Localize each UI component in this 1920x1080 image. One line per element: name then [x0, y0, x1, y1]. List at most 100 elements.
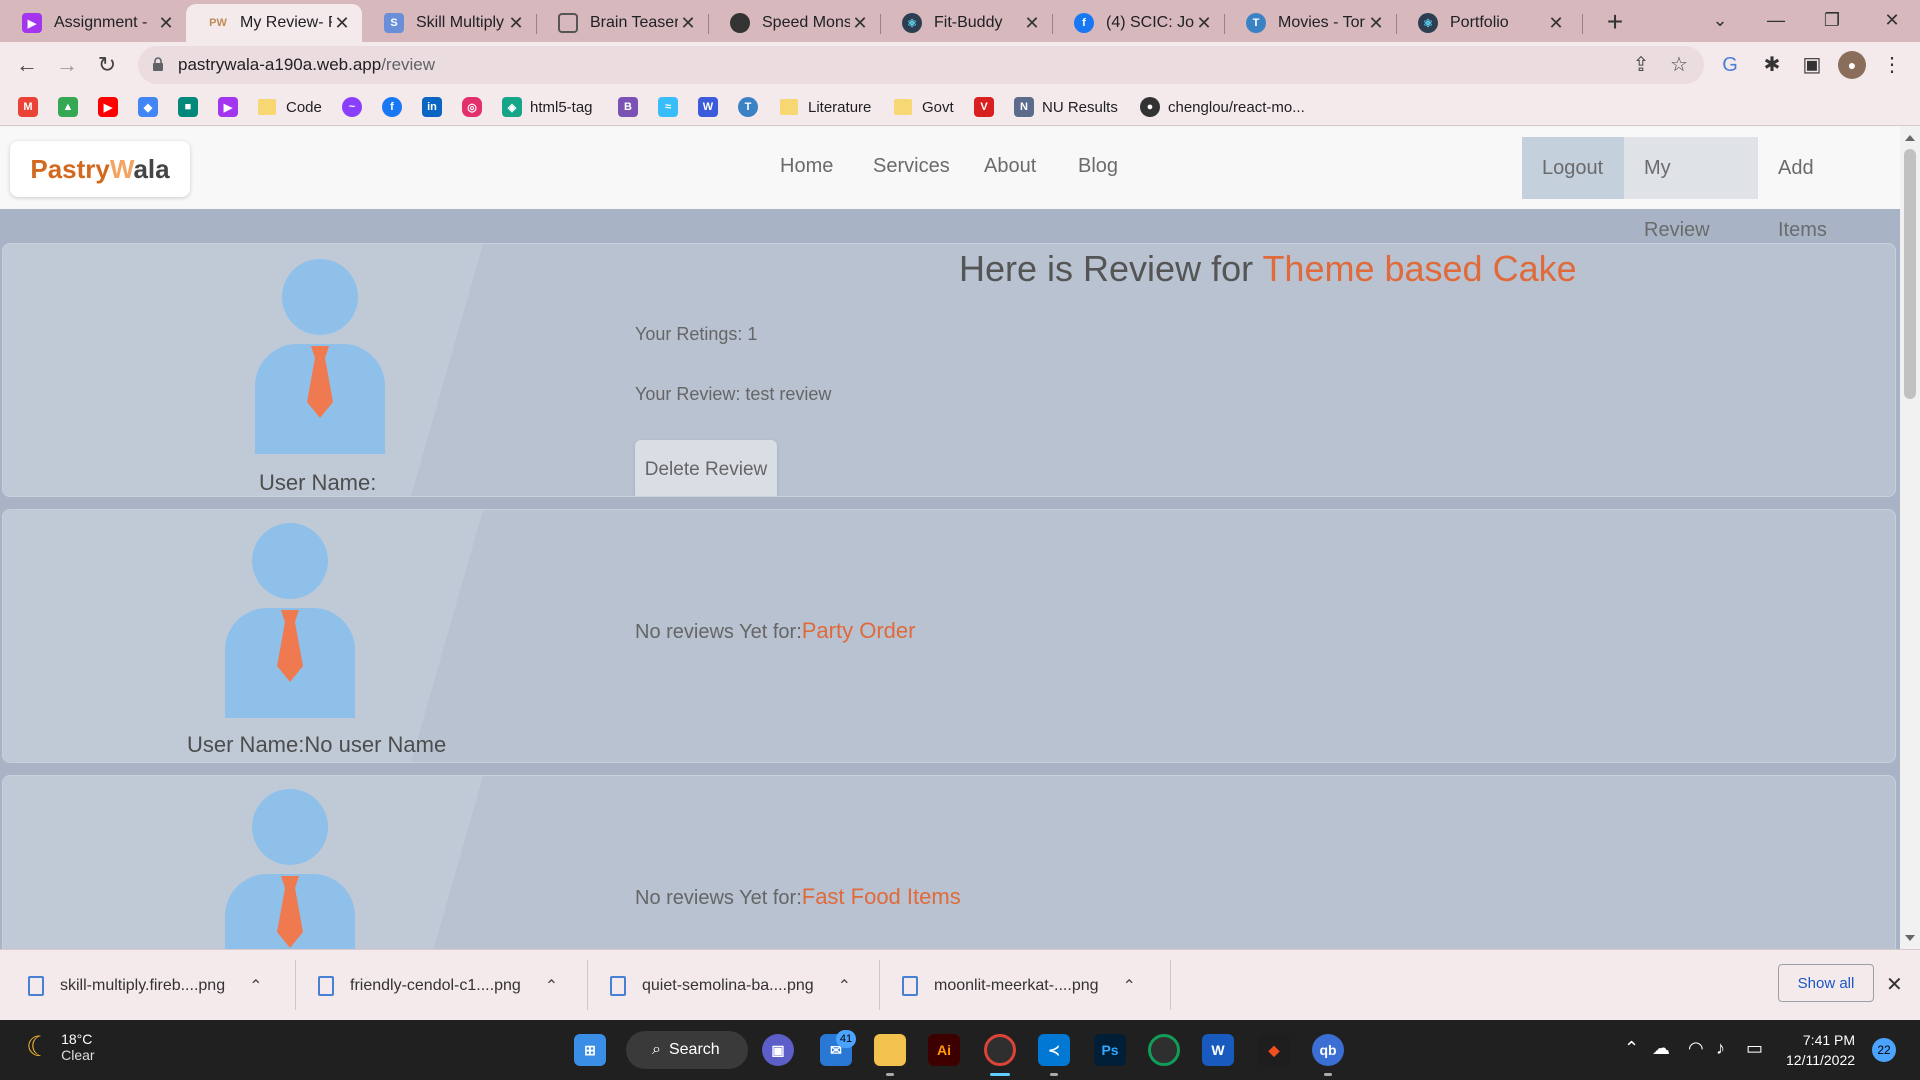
- close-window-button[interactable]: ✕: [1864, 0, 1920, 42]
- address-bar[interactable]: pastrywala-a190a.web.app/review ⇪ ☆: [138, 46, 1704, 84]
- show-all-downloads-button[interactable]: Show all: [1778, 964, 1874, 1002]
- tab-movies[interactable]: T Movies - Torre ✕: [1224, 4, 1396, 42]
- photoshop-icon[interactable]: Ps: [1094, 1034, 1126, 1066]
- tab-search-chevron-icon[interactable]: ⌄: [1692, 0, 1748, 42]
- reload-button[interactable]: ↻: [90, 48, 124, 82]
- volume-icon[interactable]: ♪: [1716, 1038, 1725, 1059]
- bookmark-maps[interactable]: ◆: [138, 96, 166, 118]
- nav-about-link[interactable]: About: [984, 155, 1036, 178]
- system-clock[interactable]: 7:41 PM 12/11/2022: [1786, 1030, 1855, 1070]
- minimize-button[interactable]: —: [1748, 0, 1804, 42]
- figma-icon[interactable]: ◆: [1258, 1034, 1290, 1066]
- scroll-up-arrow-icon[interactable]: [1905, 135, 1915, 141]
- chevron-up-icon[interactable]: ⌃: [545, 976, 558, 996]
- my-review-link[interactable]: My Review: [1624, 137, 1758, 241]
- chevron-up-icon[interactable]: ⌃: [249, 976, 262, 996]
- bookmark-bootstrap[interactable]: B: [618, 96, 646, 118]
- bookmark-purple-play[interactable]: ▶: [218, 96, 246, 118]
- bookmark-instagram[interactable]: ◎: [462, 96, 490, 118]
- close-tab-icon[interactable]: ✕: [1366, 13, 1386, 34]
- scrollbar-thumb[interactable]: [1904, 149, 1916, 399]
- tab-portfolio[interactable]: ⚛ Portfolio ✕: [1396, 4, 1576, 42]
- file-explorer-icon[interactable]: [874, 1034, 906, 1066]
- bookmark-t[interactable]: T: [738, 96, 766, 118]
- wifi-icon[interactable]: ◠: [1688, 1038, 1704, 1059]
- bookmark-drive[interactable]: ▲: [58, 96, 86, 118]
- extensions-puzzle-icon[interactable]: ✱: [1758, 51, 1786, 79]
- close-tab-icon[interactable]: ✕: [1546, 13, 1566, 34]
- tab-scic[interactable]: f (4) SCIC: Job H ✕: [1052, 4, 1224, 42]
- nav-services-link[interactable]: Services: [873, 155, 950, 178]
- page-scrollbar[interactable]: [1900, 127, 1920, 949]
- notification-badge[interactable]: 22: [1872, 1038, 1896, 1062]
- bookmark-chenglou[interactable]: ● chenglou/react-mo...: [1140, 96, 1305, 118]
- scroll-down-arrow-icon[interactable]: [1905, 935, 1915, 941]
- weather-widget[interactable]: ☾ 18°C Clear: [26, 1030, 95, 1063]
- download-item[interactable]: quiet-semolina-ba....png ⌃: [610, 950, 851, 1021]
- windows-start-icon[interactable]: ⊞: [574, 1034, 606, 1066]
- chrome-profile-icon[interactable]: [1148, 1034, 1180, 1066]
- bookmark-meet[interactable]: ■: [178, 96, 206, 118]
- close-tab-icon[interactable]: ✕: [678, 13, 698, 34]
- bookmark-youtube[interactable]: ▶: [98, 96, 126, 118]
- back-button[interactable]: ←: [10, 48, 44, 82]
- logout-button[interactable]: Logout: [1522, 137, 1624, 199]
- chevron-up-icon[interactable]: ⌃: [838, 976, 851, 996]
- vscode-icon[interactable]: ≺: [1038, 1034, 1070, 1066]
- chevron-up-icon[interactable]: ⌃: [1624, 1038, 1639, 1059]
- teams-chat-icon[interactable]: ▣: [762, 1034, 794, 1066]
- tab-fit-buddy[interactable]: ⚛ Fit-Buddy ✕: [880, 4, 1052, 42]
- new-tab-button[interactable]: +: [1598, 6, 1632, 40]
- chrome-icon[interactable]: [984, 1034, 1016, 1066]
- bookmark-nu-results[interactable]: N NU Results: [1014, 96, 1118, 118]
- bookmark-gmail[interactable]: M: [18, 96, 46, 118]
- close-tab-icon[interactable]: ✕: [506, 13, 526, 34]
- taskbar-search[interactable]: ⌕ Search: [626, 1031, 748, 1069]
- tab-skill-multiply[interactable]: S Skill Multiply ✕: [362, 4, 536, 42]
- nav-home-link[interactable]: Home: [780, 155, 833, 178]
- google-translate-icon[interactable]: G: [1716, 51, 1744, 79]
- bookmark-facebook[interactable]: f: [382, 96, 410, 118]
- illustrator-icon[interactable]: Ai: [928, 1034, 960, 1066]
- bookmark-w[interactable]: W: [698, 96, 726, 118]
- bookmark-html5-tag[interactable]: ◈ html5-tag: [502, 96, 593, 118]
- tab-brain-teaser[interactable]: Brain Teaser ✕: [536, 4, 708, 42]
- close-downloads-icon[interactable]: ✕: [1886, 972, 1903, 997]
- download-item[interactable]: friendly-cendol-c1....png ⌃: [318, 950, 558, 1021]
- bookmark-v[interactable]: V: [974, 96, 1002, 118]
- close-tab-icon[interactable]: ✕: [1194, 13, 1214, 34]
- download-item[interactable]: moonlit-meerkat-....png ⌃: [902, 950, 1136, 1021]
- chevron-up-icon[interactable]: ⌃: [1123, 976, 1136, 996]
- bookmark-messenger[interactable]: ~: [342, 96, 370, 118]
- close-tab-icon[interactable]: ✕: [332, 13, 352, 34]
- bookmark-code[interactable]: Code: [258, 96, 322, 118]
- close-tab-icon[interactable]: ✕: [156, 13, 176, 34]
- tab-speed-monster[interactable]: Speed Monste ✕: [708, 4, 880, 42]
- forward-button[interactable]: →: [50, 48, 84, 82]
- site-logo[interactable]: PastryWala: [10, 141, 190, 197]
- bookmark-star-icon[interactable]: ☆: [1668, 54, 1690, 76]
- word-icon[interactable]: W: [1202, 1034, 1234, 1066]
- bookmark-literature[interactable]: Literature: [780, 96, 871, 118]
- close-tab-icon[interactable]: ✕: [850, 13, 870, 34]
- tab-my-review[interactable]: PW My Review- Pa ✕: [186, 4, 362, 42]
- qbittorrent-icon[interactable]: qb: [1312, 1034, 1344, 1066]
- nav-blog-link[interactable]: Blog: [1078, 155, 1118, 178]
- share-icon[interactable]: ⇪: [1630, 54, 1652, 76]
- delete-review-button[interactable]: Delete Review: [635, 440, 777, 496]
- bookmark-linkedin[interactable]: in: [422, 96, 450, 118]
- bookmark-tailwind[interactable]: ≈: [658, 96, 686, 118]
- side-panel-icon[interactable]: ▣: [1798, 51, 1826, 79]
- close-tab-icon[interactable]: ✕: [1022, 13, 1042, 34]
- battery-icon[interactable]: ▭: [1746, 1038, 1763, 1059]
- add-items-link[interactable]: Add Items: [1758, 137, 1888, 241]
- restore-button[interactable]: ❐: [1804, 0, 1860, 42]
- tab-assignment[interactable]: ▶ Assignment - ✕: [0, 4, 186, 42]
- download-item[interactable]: skill-multiply.fireb....png ⌃: [28, 950, 263, 1021]
- profile-avatar[interactable]: ●: [1838, 51, 1866, 79]
- drive-icon: ▲: [58, 97, 78, 117]
- onedrive-icon[interactable]: ☁: [1652, 1038, 1670, 1059]
- folder-icon: [258, 99, 276, 115]
- bookmark-govt[interactable]: Govt: [894, 96, 954, 118]
- kebab-menu-icon[interactable]: ⋮: [1878, 51, 1906, 79]
